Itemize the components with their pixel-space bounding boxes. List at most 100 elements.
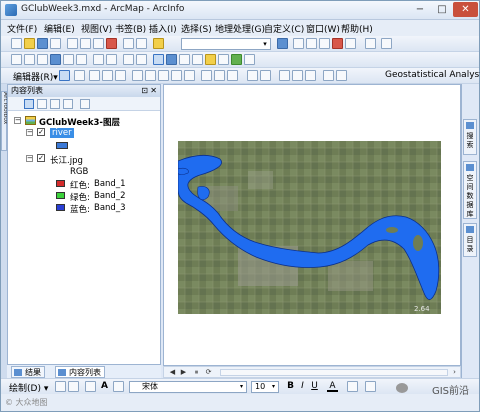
menu-selection[interactable]: 选择(S): [181, 22, 212, 35]
river-branch[interactable]: [197, 186, 210, 200]
toc-options-icon[interactable]: [80, 99, 90, 109]
underline-button[interactable]: U: [309, 381, 320, 392]
list-by-drawing-order-icon[interactable]: [24, 99, 34, 109]
catalog-tab[interactable]: 目录: [463, 223, 477, 257]
green-channel-swatch[interactable]: [56, 192, 65, 199]
undo-icon[interactable]: [123, 38, 134, 49]
create-features-icon[interactable]: [227, 70, 238, 81]
edit-tool-icon[interactable]: [59, 70, 70, 81]
red-channel-swatch[interactable]: [56, 180, 65, 187]
select-features-icon[interactable]: [123, 54, 134, 65]
redo-icon[interactable]: [136, 38, 147, 49]
cut-polygons-icon[interactable]: [158, 70, 169, 81]
more-tools-icon[interactable]: [336, 70, 347, 81]
map-scale-combo[interactable]: ▾: [181, 38, 271, 50]
collapse-icon[interactable]: −: [26, 129, 33, 136]
select-elements-icon[interactable]: [55, 381, 66, 392]
tab-table-of-contents[interactable]: 内容列表: [55, 366, 105, 378]
georef-icon[interactable]: [247, 70, 258, 81]
copy-icon[interactable]: [80, 38, 91, 49]
reshape-icon[interactable]: [145, 70, 156, 81]
straight-segment-icon[interactable]: [89, 70, 100, 81]
pause-drawing-icon[interactable]: ⏸: [192, 368, 201, 377]
overflow-icon[interactable]: [323, 70, 334, 81]
map-view[interactable]: 2.64: [163, 84, 461, 366]
refresh-icon[interactable]: ⟳: [204, 368, 213, 377]
spatial-database-tab[interactable]: 空间数据库: [463, 161, 477, 219]
page-back-icon[interactable]: ◀: [168, 368, 177, 377]
list-by-visibility-icon[interactable]: [50, 99, 60, 109]
fixed-zoom-in-icon[interactable]: [63, 54, 74, 65]
model-builder-icon[interactable]: [365, 38, 376, 49]
satellite-map-image[interactable]: 2.64: [178, 141, 441, 314]
topology-icon[interactable]: [279, 70, 290, 81]
scroll-right-icon[interactable]: ›: [450, 368, 459, 377]
zoom-in-icon[interactable]: [11, 54, 22, 65]
page-forward-icon[interactable]: ▶: [179, 368, 188, 377]
edit-vertices-icon[interactable]: [132, 70, 143, 81]
tab-results[interactable]: 结果: [11, 366, 45, 378]
advanced-edit-icon[interactable]: [305, 70, 316, 81]
layer-name[interactable]: 长江.jpg: [50, 154, 83, 166]
minimize-button[interactable]: −: [409, 2, 431, 17]
help-icon[interactable]: [381, 38, 392, 49]
edit-annotation-icon[interactable]: [74, 70, 85, 81]
menu-insert[interactable]: 插入(I): [149, 22, 177, 35]
zoom-out-icon[interactable]: [24, 54, 35, 65]
select-elements-icon[interactable]: [153, 54, 164, 65]
edit-vertices-icon[interactable]: [113, 381, 124, 392]
print-icon[interactable]: [50, 38, 61, 49]
editor-toolbar-icon[interactable]: [277, 38, 288, 49]
fill-color-icon[interactable]: [347, 381, 358, 392]
search-window-icon[interactable]: [319, 38, 330, 49]
layout-icon[interactable]: [260, 70, 271, 81]
layer-name[interactable]: river: [50, 128, 74, 138]
pan-icon[interactable]: [37, 54, 48, 65]
blue-channel-swatch[interactable]: [56, 204, 65, 211]
save-icon[interactable]: [37, 38, 48, 49]
catalog-icon[interactable]: [306, 38, 317, 49]
list-by-selection-icon[interactable]: [63, 99, 73, 109]
rotate-element-icon[interactable]: [68, 381, 79, 392]
table-of-contents-icon[interactable]: [293, 38, 304, 49]
layer-visibility-checkbox[interactable]: ✓: [37, 128, 45, 136]
menu-view[interactable]: 视图(V): [81, 22, 112, 35]
river-symbol-swatch[interactable]: [56, 142, 68, 149]
maximize-button[interactable]: □: [431, 2, 453, 17]
collapse-icon[interactable]: −: [26, 155, 33, 162]
html-popup-icon[interactable]: [218, 54, 229, 65]
menu-customize[interactable]: 自定义(C): [264, 22, 304, 35]
layer-visibility-checkbox[interactable]: ✓: [37, 154, 45, 162]
close-button[interactable]: ✕: [453, 2, 478, 17]
hyperlink-icon[interactable]: [205, 54, 216, 65]
menu-windows[interactable]: 窗口(W): [306, 22, 340, 35]
go-forward-icon[interactable]: [106, 54, 117, 65]
draw-menu-button[interactable]: 绘制(D) ▾: [9, 381, 48, 394]
river-branch[interactable]: [178, 167, 189, 175]
new-document-icon[interactable]: [11, 38, 22, 49]
go-back-icon[interactable]: [93, 54, 104, 65]
list-by-source-icon[interactable]: [37, 99, 47, 109]
data-frame-row[interactable]: − GClubWeek3-图层: [14, 116, 154, 128]
python-window-icon[interactable]: [345, 38, 356, 49]
find-icon[interactable]: [179, 54, 190, 65]
font-name-select[interactable]: 宋体 ▾: [129, 381, 247, 393]
line-color-icon[interactable]: [365, 381, 376, 392]
clear-selection-icon[interactable]: [136, 54, 147, 65]
font-size-select[interactable]: 10 ▾: [251, 381, 279, 393]
full-extent-icon[interactable]: [50, 54, 61, 65]
end-point-arc-icon[interactable]: [102, 70, 113, 81]
collapse-icon[interactable]: −: [14, 117, 21, 124]
rectangle-icon[interactable]: [85, 381, 96, 392]
menu-geoprocessing[interactable]: 地理处理(G): [215, 22, 265, 35]
font-color-button[interactable]: A: [327, 381, 338, 392]
cut-icon[interactable]: [67, 38, 78, 49]
italic-button[interactable]: I: [297, 381, 308, 392]
fixed-zoom-out-icon[interactable]: [76, 54, 87, 65]
menu-help[interactable]: 帮助(H): [341, 22, 373, 35]
measure-icon[interactable]: [192, 54, 203, 65]
spatial-adjust-icon[interactable]: [292, 70, 303, 81]
layer-row-river[interactable]: − ✓ river: [26, 128, 146, 139]
pin-icon[interactable]: ⊡: [141, 85, 148, 97]
geostatistical-analyst-menu[interactable]: Geostatistical Analyst ▾: [385, 70, 480, 80]
